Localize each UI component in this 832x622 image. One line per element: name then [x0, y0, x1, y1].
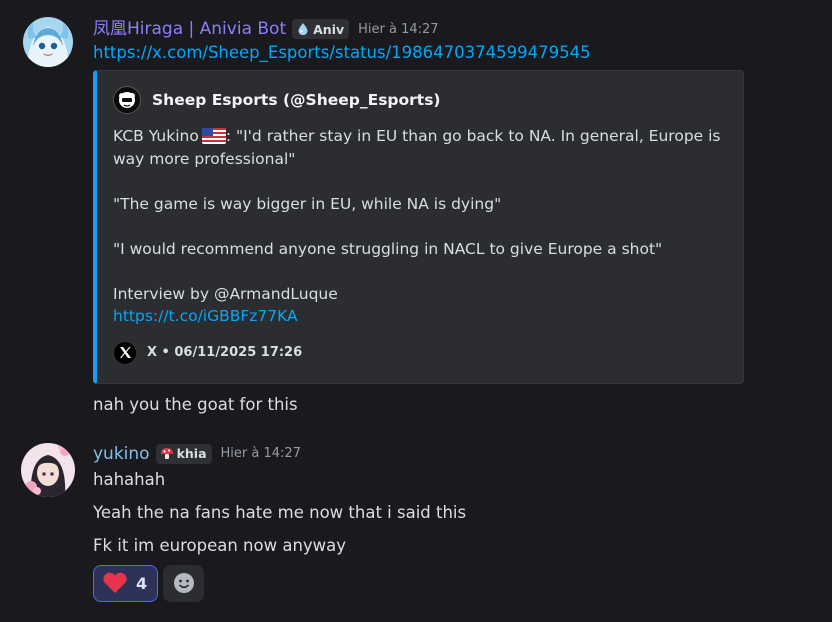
server-tag-label: khia — [176, 446, 207, 461]
x-logo-icon — [113, 340, 137, 365]
water-drop-icon — [298, 23, 308, 36]
embed-description: KCB Yukino : "I'd rather stay in EU than… — [113, 125, 727, 328]
add-reaction-button[interactable] — [163, 564, 205, 602]
message-line-2: Yeah the na fans hate me now that i said… — [93, 502, 467, 522]
heart-icon — [103, 572, 127, 593]
embed-short-link[interactable]: https://t.co/iGBBFz77KA — [113, 307, 298, 325]
message-hiraga: 凤凰Hiraga | Anivia Bot Aniv Hier à 14:27 … — [0, 16, 832, 416]
tweet-embed: Sheep Esports (@Sheep_Esports) KCB Yukin… — [93, 70, 744, 384]
mushroom-icon — [160, 447, 173, 459]
server-tag[interactable]: Aniv — [292, 19, 350, 39]
tweet-link[interactable]: https://x.com/Sheep_Esports/status/19864… — [93, 43, 591, 62]
reaction-heart[interactable]: 4 — [93, 564, 159, 602]
message-line-1: hahahah — [93, 469, 166, 489]
embed-footer-text: X • 06/11/2025 17:26 — [147, 345, 303, 360]
embed-footer: X • 06/11/2025 17:26 — [113, 340, 727, 365]
embed-line-1-pre: KCB Yukino — [113, 127, 199, 145]
server-tag-label: Aniv — [313, 21, 345, 37]
embed-author: Sheep Esports (@Sheep_Esports) — [113, 85, 727, 115]
server-tag[interactable]: khia — [155, 443, 212, 464]
reactions-bar: 4 — [93, 564, 832, 602]
reaction-count: 4 — [136, 573, 148, 593]
message-line-3: Fk it im european now anyway — [93, 535, 347, 555]
username[interactable]: 凤凰Hiraga | Anivia Bot — [93, 18, 286, 40]
smiley-icon — [173, 573, 194, 593]
message-yukino: yukino khia Hier à 14:27 hahahah Yeah th… — [0, 441, 832, 602]
followup-message: nah you the goat for this — [93, 394, 298, 414]
embed-author-name[interactable]: Sheep Esports (@Sheep_Esports) — [152, 91, 441, 109]
us-flag-icon — [201, 128, 226, 144]
timestamp: Hier à 14:27 — [358, 21, 439, 37]
message-header: yukino khia Hier à 14:27 — [93, 441, 832, 467]
embed-line-4: Interview by @ArmandLuque — [113, 284, 338, 303]
avatar-hiraga[interactable] — [23, 17, 73, 67]
sheep-esports-icon — [113, 86, 141, 114]
timestamp: Hier à 14:27 — [220, 446, 301, 461]
embed-line-2: "The game is way bigger in EU, while NA … — [113, 194, 502, 213]
username[interactable]: yukino — [93, 443, 150, 465]
embed-line-3: "I would recommend anyone struggling in … — [113, 239, 663, 258]
message-header: 凤凰Hiraga | Anivia Bot Aniv Hier à 14:27 — [93, 16, 832, 42]
avatar-yukino[interactable] — [21, 442, 75, 497]
